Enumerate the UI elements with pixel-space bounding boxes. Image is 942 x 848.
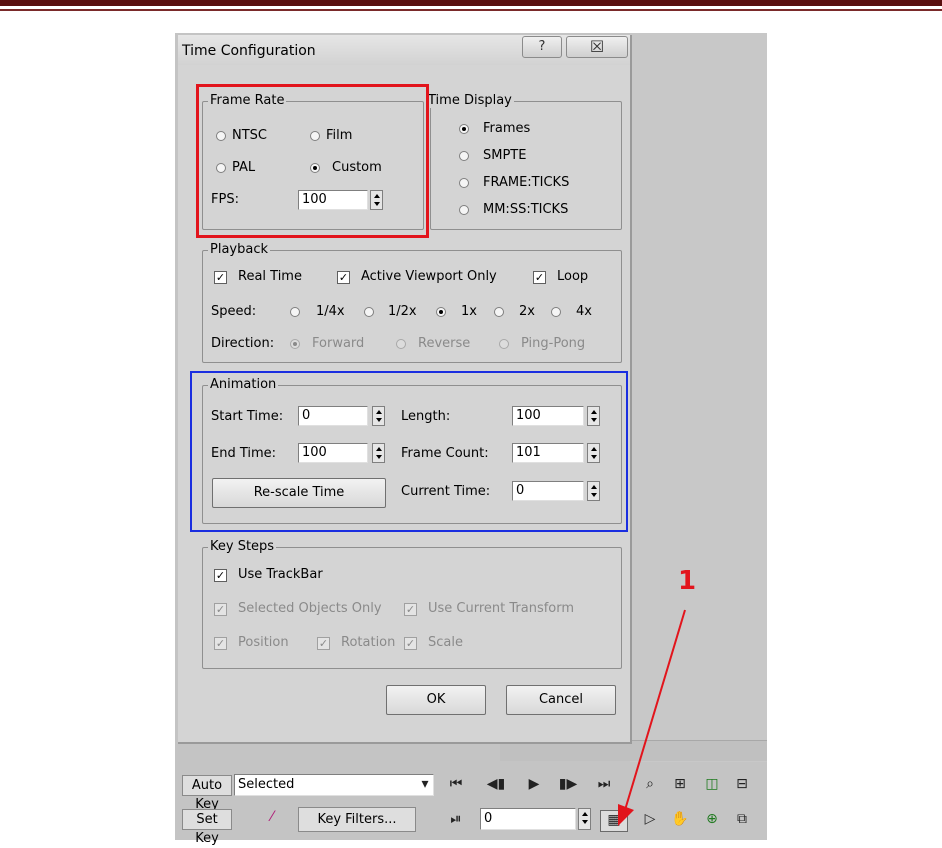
rotation-label: Rotation xyxy=(341,635,396,650)
orbit-icon[interactable]: ⊕ xyxy=(700,810,724,828)
use-trackbar-checkbox[interactable]: ✓ xyxy=(214,569,227,582)
curve-editor-icon[interactable]: ⁄ xyxy=(260,808,284,826)
dialog-title: Time Configuration xyxy=(182,43,316,59)
frame-ticks-radio[interactable] xyxy=(459,178,469,188)
real-time-checkbox[interactable]: ✓ xyxy=(214,271,227,284)
loop-label: Loop xyxy=(557,269,589,284)
ping-pong-radio[interactable] xyxy=(499,339,509,349)
close-icon[interactable]: ☒ xyxy=(566,36,628,58)
document-header-line xyxy=(0,9,942,11)
speed-1x-radio[interactable] xyxy=(436,307,446,317)
loop-checkbox[interactable]: ✓ xyxy=(533,271,546,284)
previous-frame-icon[interactable]: ◀▮ xyxy=(484,775,508,793)
set-key-button[interactable]: Set Key xyxy=(182,809,232,846)
speed-2x-radio[interactable] xyxy=(494,307,504,317)
time-display-legend: Time Display xyxy=(426,93,514,108)
chevron-down-icon[interactable]: ▾ xyxy=(418,775,432,793)
speed-4x-label: 4x xyxy=(576,304,592,319)
animation-highlight-box xyxy=(190,371,628,532)
direction-label: Direction: xyxy=(211,336,275,351)
annotation-arrow xyxy=(618,609,686,826)
key-filters-button[interactable]: Key Filters... xyxy=(298,807,416,832)
zoom-all-icon[interactable]: ⊟ xyxy=(730,775,754,793)
key-mode-toggle-icon[interactable]: ⏯ xyxy=(444,810,468,828)
speed-quarter-label: 1/4x xyxy=(316,304,345,319)
active-viewport-only-label: Active Viewport Only xyxy=(361,269,497,284)
current-frame-field[interactable]: 0 xyxy=(480,808,576,830)
auto-key-button[interactable]: Auto Key xyxy=(182,775,232,812)
mmss-ticks-radio[interactable] xyxy=(459,205,469,215)
current-frame-spinner[interactable] xyxy=(578,808,591,830)
frames-radio[interactable] xyxy=(459,124,469,134)
zoom-extents-selected-icon[interactable]: ◫ xyxy=(700,775,724,793)
frames-label: Frames xyxy=(483,121,531,136)
forward-label: Forward xyxy=(312,336,365,351)
rotation-checkbox[interactable]: ✓ xyxy=(317,637,330,650)
speed-label: Speed: xyxy=(211,304,257,319)
scale-label: Scale xyxy=(428,635,463,650)
speed-quarter-radio[interactable] xyxy=(290,307,300,317)
annotation-label: 1 xyxy=(678,566,697,596)
maximize-viewport-icon[interactable]: ⧉ xyxy=(730,810,754,828)
play-icon[interactable]: ▶ xyxy=(522,775,546,793)
go-to-start-icon[interactable]: ⏮ xyxy=(444,775,468,793)
document-header-bar xyxy=(0,0,942,6)
ping-pong-label: Ping-Pong xyxy=(521,336,586,351)
selected-objects-only-checkbox[interactable]: ✓ xyxy=(214,603,227,616)
ok-button[interactable]: OK xyxy=(386,685,486,715)
position-label: Position xyxy=(238,635,289,650)
mmss-ticks-label: MM:SS:TICKS xyxy=(483,202,569,217)
help-icon[interactable]: ? xyxy=(522,36,562,58)
selected-dropdown[interactable]: Selected xyxy=(234,774,434,796)
frame-rate-highlight-box xyxy=(196,84,429,238)
frame-ticks-label: FRAME:TICKS xyxy=(483,175,570,190)
smpte-label: SMPTE xyxy=(483,148,527,163)
reverse-radio[interactable] xyxy=(396,339,406,349)
speed-half-label: 1/2x xyxy=(388,304,417,319)
speed-1x-label: 1x xyxy=(461,304,477,319)
smpte-radio[interactable] xyxy=(459,151,469,161)
speed-2x-label: 2x xyxy=(519,304,535,319)
key-steps-legend: Key Steps xyxy=(208,539,277,554)
speed-half-radio[interactable] xyxy=(364,307,374,317)
active-viewport-only-checkbox[interactable]: ✓ xyxy=(337,271,350,284)
scale-checkbox[interactable]: ✓ xyxy=(404,637,417,650)
use-current-transform-label: Use Current Transform xyxy=(428,601,575,616)
use-current-transform-checkbox[interactable]: ✓ xyxy=(404,603,417,616)
position-checkbox[interactable]: ✓ xyxy=(214,637,227,650)
use-trackbar-label: Use TrackBar xyxy=(238,567,323,582)
next-frame-icon[interactable]: ▮▶ xyxy=(556,775,580,793)
reverse-label: Reverse xyxy=(418,336,471,351)
forward-radio[interactable] xyxy=(290,339,300,349)
real-time-label: Real Time xyxy=(238,269,302,284)
playback-legend: Playback xyxy=(208,242,271,257)
speed-4x-radio[interactable] xyxy=(551,307,561,317)
selected-objects-only-label: Selected Objects Only xyxy=(238,601,382,616)
